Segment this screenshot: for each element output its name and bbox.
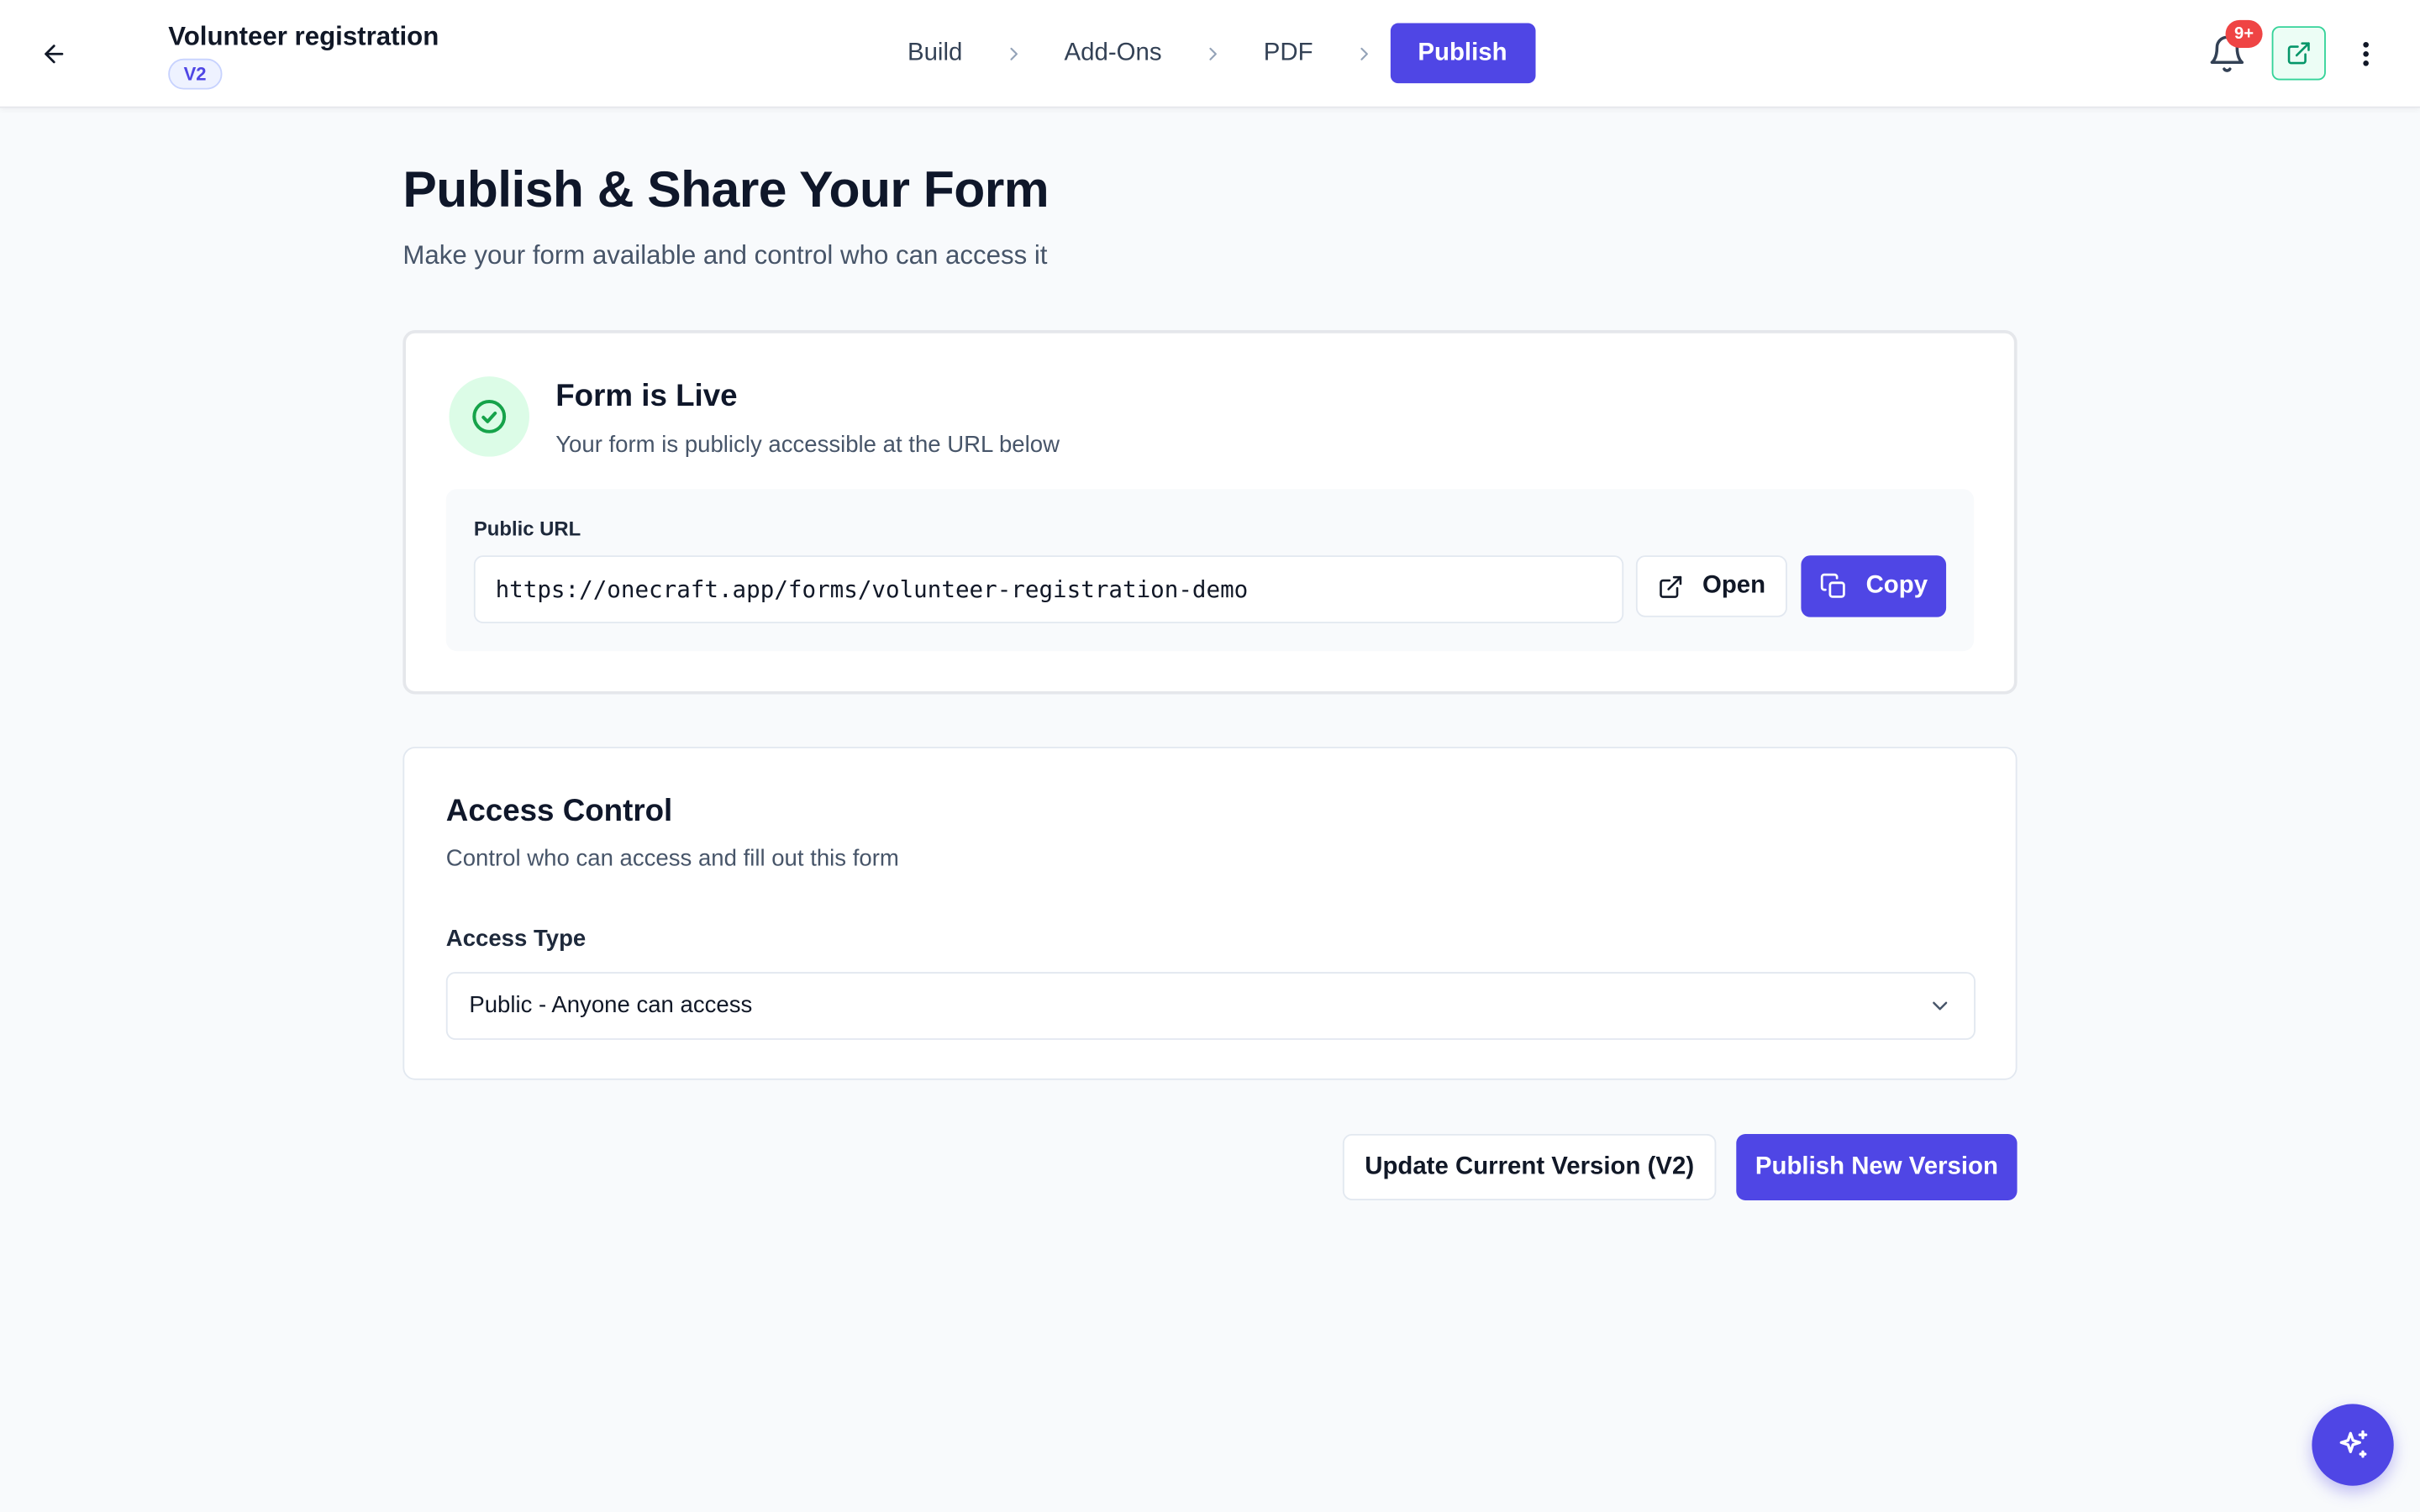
external-link-icon	[1660, 575, 1682, 597]
live-card-subtitle: Your form is publicly accessible at the …	[555, 432, 1060, 459]
copy-label: Copy	[1865, 572, 1928, 599]
notification-count-badge: 9+	[2225, 19, 2263, 48]
step-build[interactable]: Build	[883, 24, 987, 84]
ai-assistant-button[interactable]	[2312, 1404, 2394, 1486]
chevron-right-icon	[1196, 43, 1229, 65]
more-options-button[interactable]	[2349, 34, 2382, 74]
page-subtitle: Make your form available and control who…	[402, 240, 1048, 270]
open-label: Open	[1702, 572, 1766, 599]
public-url-label: Public URL	[473, 517, 581, 540]
form-live-card: Form is Live Your form is publicly acces…	[402, 330, 2018, 695]
chevron-down-icon	[1933, 1001, 1948, 1011]
access-control-title: Access Control	[445, 794, 673, 829]
access-type-label: Access Type	[445, 926, 587, 953]
back-arrow-icon	[45, 45, 64, 64]
publish-new-version-button[interactable]: Publish New Version	[1736, 1133, 2018, 1200]
access-type-select[interactable]: Public - Anyone can access	[445, 972, 1975, 1040]
copy-icon	[1820, 573, 1845, 598]
external-link-icon	[2287, 42, 2310, 65]
copy-url-button[interactable]: Copy	[1801, 555, 1947, 617]
top-bar: Volunteer registration V2 Build Add-Ons …	[0, 0, 2420, 108]
open-url-button[interactable]: Open	[1635, 555, 1787, 617]
check-circle-icon	[472, 400, 507, 433]
more-vertical-icon	[2363, 41, 2369, 66]
version-badge: V2	[168, 58, 222, 90]
chevron-right-icon	[997, 43, 1030, 65]
access-type-value: Public - Anyone can access	[469, 991, 753, 1019]
step-add-ons[interactable]: Add-Ons	[1039, 24, 1186, 84]
step-publish[interactable]: Publish	[1390, 23, 1535, 84]
page-title: Publish & Share Your Form	[402, 160, 1050, 218]
access-control-card: Access Control Control who can access an…	[402, 746, 2018, 1080]
step-pdf[interactable]: PDF	[1239, 24, 1338, 84]
live-status-indicator	[449, 376, 529, 457]
chevron-right-icon	[1347, 43, 1381, 65]
access-control-subtitle: Control who can access and fill out this…	[445, 845, 899, 872]
view-live-form-button[interactable]	[2271, 26, 2326, 81]
public-url-input[interactable]	[473, 555, 1624, 624]
sparkles-icon	[2338, 1429, 2367, 1457]
live-card-title: Form is Live	[555, 379, 738, 414]
update-current-version-button[interactable]: Update Current Version (V2)	[1342, 1133, 1717, 1200]
back-button[interactable]	[34, 34, 74, 74]
page: Volunteer registration V2 Build Add-Ons …	[0, 0, 2420, 1512]
public-url-panel: Public URL Open Copy	[445, 489, 1975, 652]
step-navigation: Build Add-Ons PDF Publish	[883, 23, 1535, 84]
form-title: Volunteer registration	[168, 21, 439, 51]
